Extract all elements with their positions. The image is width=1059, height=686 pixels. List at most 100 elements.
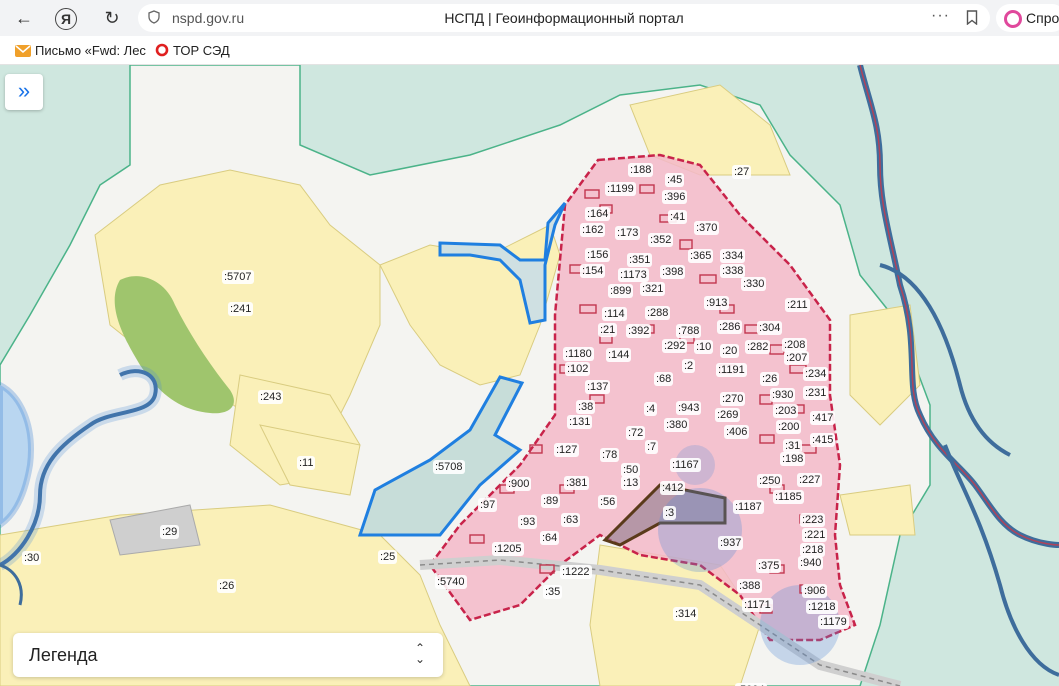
parcel-number-label: :234 (803, 367, 829, 381)
parcel-number-label: :1218 (806, 600, 838, 614)
parcel-number-label: :375 (756, 559, 782, 573)
parcel-number-label: :5708 (433, 460, 465, 474)
legend-panel[interactable]: Легенда ⌃ ⌄ (13, 633, 443, 677)
parcel-number-label: :93 (518, 515, 538, 529)
reload-button[interactable]: ↻ (100, 6, 124, 30)
parcel-number-label: :162 (580, 223, 606, 237)
parcel-number-label: :304 (757, 321, 783, 335)
parcel-number-label: :334 (720, 249, 746, 263)
parcel-number-label: :208 (782, 338, 808, 352)
parcel-number-label: :227 (797, 473, 823, 487)
parcel-number-label: :269 (715, 408, 741, 422)
parcel-number-label: :937 (718, 536, 744, 550)
parcel-number-label: :417 (810, 411, 836, 425)
parcel-number-label: :10 (694, 340, 714, 354)
page-title: НСПД | Геоинформационный портал (444, 10, 684, 26)
parcel-number-label: :11 (297, 456, 316, 470)
alice-button[interactable]: Спро (996, 4, 1059, 32)
bookmarks-bar: Письмо «Fwd: Лес ТОР СЭД (0, 36, 1059, 65)
parcel-number-label: :365 (688, 249, 714, 263)
parcel-number-label: :188 (628, 163, 654, 177)
bookmark-mail[interactable]: Письмо «Fwd: Лес (15, 43, 146, 58)
chevron-updown-icon[interactable]: ⌃ ⌄ (415, 642, 425, 665)
parcel-number-label: :156 (585, 248, 611, 262)
parcel-number-label: :144 (606, 348, 632, 362)
parcel-number-label: :72 (626, 426, 646, 440)
parcel-number-label: :321 (640, 282, 666, 296)
back-button[interactable]: ← (12, 6, 36, 30)
parcel-number-label: :352 (648, 233, 674, 247)
legend-title: Легенда (29, 645, 98, 665)
parcel-number-label: :370 (694, 221, 720, 235)
parcel-number-label: :68 (654, 372, 674, 386)
parcel-number-label: :127 (554, 443, 580, 457)
parcel-number-label: :1185 (773, 490, 804, 504)
parcel-number-label: :1191 (716, 363, 747, 377)
parcel-number-label: :288 (645, 306, 671, 320)
address-bar[interactable]: nspd.gov.ru НСПД | Геоинформационный пор… (138, 4, 990, 32)
bookmark-tor-sed-label: ТОР СЭД (173, 43, 230, 58)
yandex-logo-icon[interactable]: Я (55, 8, 77, 30)
parcel-number-label: :286 (717, 320, 743, 334)
parcel-number-label: :412 (660, 481, 686, 495)
parcel-number-label: :78 (600, 448, 620, 462)
parcel-number-label: :1187 (733, 500, 764, 514)
parcel-number-label: :63 (561, 513, 581, 527)
alice-icon (1004, 10, 1022, 28)
parcel-number-label: :351 (627, 253, 653, 267)
parcel-number-label: :223 (800, 513, 826, 527)
parcel-number-label: :2 (682, 359, 696, 373)
parcel-number-label: :243 (258, 390, 284, 404)
parcel-number-label: :380 (664, 418, 690, 432)
parcel-number-label: :3 (663, 506, 677, 520)
parcel-number-label: :173 (615, 226, 641, 240)
parcel-number-label: :45 (665, 173, 685, 187)
parcel-number-label: :1205 (492, 542, 524, 556)
parcel-number-label: :7 (645, 440, 659, 454)
parcel-number-label: :25 (378, 550, 398, 564)
bookmark-mail-label: Письмо «Fwd: Лес (35, 43, 146, 58)
alice-label: Спро (1026, 10, 1059, 26)
expand-panel-button[interactable]: » (5, 74, 43, 110)
parcel-number-label: :114 (602, 307, 627, 321)
parcel-number-label: :1199 (605, 182, 636, 196)
parcel-number-label: :198 (780, 452, 806, 466)
parcel-number-label: :1180 (563, 347, 594, 361)
menu-dots-icon[interactable]: ··· (931, 7, 950, 25)
parcel-number-label: :250 (757, 474, 783, 488)
parcel-number-label: :26 (760, 372, 780, 386)
bookmark-tor-sed[interactable]: ТОР СЭД (155, 43, 230, 58)
parcel-number-label: :1179 (818, 615, 849, 629)
parcel-number-label: :13 (621, 476, 641, 490)
parcel-number-label: :21 (598, 323, 618, 337)
parcel-number-label: :338 (720, 264, 746, 278)
parcel-number-label: :154 (580, 264, 606, 278)
parcel-number-label: :97 (478, 498, 498, 512)
parcel-number-label: :29 (160, 525, 180, 539)
parcel-number-label: :282 (745, 340, 771, 354)
parcel-number-label: :913 (704, 296, 730, 310)
parcel-number-label: :788 (676, 324, 702, 338)
zone-circle (658, 488, 742, 572)
bookmark-icon[interactable] (966, 10, 978, 25)
map-canvas[interactable] (0, 65, 1059, 686)
parcel-number-label: :30 (22, 551, 42, 565)
ring-icon (155, 43, 169, 57)
parcel-number-label: :231 (803, 386, 829, 400)
parcel-number-label: :89 (541, 494, 561, 508)
parcel-number-label: :50 (621, 463, 641, 477)
parcel-number-label: :1173 (618, 268, 649, 282)
parcel-number-label: :38 (576, 400, 596, 414)
parcel-number-label: :102 (565, 362, 591, 376)
parcel-number-label: :207 (784, 351, 810, 365)
parcel-number-label: :137 (585, 380, 611, 394)
parcel-number-label: :330 (741, 277, 767, 291)
parcel-number-label: :940 (798, 556, 824, 570)
parcel-number-label: :900 (506, 477, 532, 491)
parcel-number-label: :415 (810, 433, 836, 447)
browser-toolbar: ← Я ↻ nspd.gov.ru НСПД | Геоинформационн… (0, 0, 1059, 36)
parcel-number-label: :396 (662, 190, 688, 204)
parcel-number-label: :5707 (222, 270, 254, 284)
map-viewport[interactable]: :188:45:27:1199:396:164:41:162:173:370:3… (0, 65, 1059, 686)
parcel-number-label: :64 (540, 531, 560, 545)
